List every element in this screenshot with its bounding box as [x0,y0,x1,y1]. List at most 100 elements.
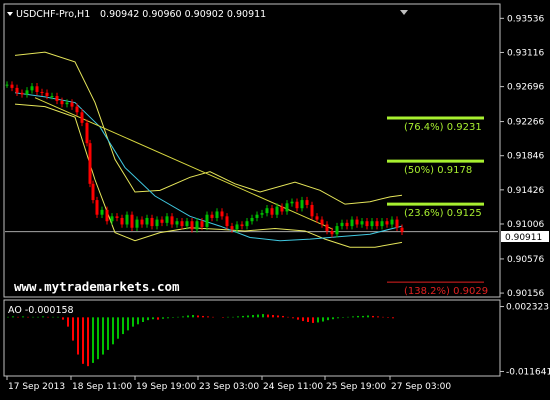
fib-level-label: (76.4%) 0.9231 [404,122,482,133]
bear-candle [160,219,164,223]
bear-candle [91,183,95,201]
bear-candle [105,209,109,222]
price-tick-label: 0.91006 [507,220,544,230]
bear-candle [10,84,14,88]
symbol-header: USDCHF-Pro,H1 0.90942 0.90960 0.90902 0.… [7,9,266,20]
bear-candle [365,221,369,227]
bull-candle [145,217,149,225]
bull-candle [195,221,199,230]
price-tick-label: 0.91846 [507,152,544,162]
bull-candle [205,214,209,227]
bull-candle [165,216,169,223]
price-tick-label: 0.93536 [507,14,544,24]
bear-candle [40,91,44,93]
fib-level-label: (138.2%) 0.9029 [404,286,488,297]
bear-candle [85,122,89,144]
bear-candle [140,219,144,225]
bull-candle [125,214,129,225]
bear-candle [55,96,59,101]
bear-candle [60,100,64,105]
bear-candle [70,102,74,107]
chart-menu-arrow-icon[interactable] [7,12,13,16]
time-tick-label: 19 Sep 19:00 [136,382,196,392]
bear-candle [310,204,314,217]
bear-candle [88,143,92,184]
bear-candle [325,224,329,231]
ohlc-values: 0.90942 0.90960 0.90902 0.90911 [100,9,266,20]
fib-level-label: (23.6%) 0.9125 [404,208,482,219]
bull-candle [340,222,344,227]
bear-candle [315,216,319,220]
bear-candle [385,221,389,225]
price-tick-label: 0.91426 [507,186,544,196]
bear-candle [330,230,334,235]
bull-candle [5,84,9,86]
bear-candle [295,201,299,209]
bull-candle [185,221,189,227]
bull-candle [175,221,179,225]
price-tick-label: 0.90156 [507,289,544,299]
bear-candle [240,224,244,227]
watermark: www.mytrademarkets.com [14,279,180,294]
bull-candle [110,216,114,222]
bear-candle [80,112,84,123]
bull-candle [275,206,279,215]
bull-candle [360,221,364,225]
bull-candle [260,213,264,215]
bear-candle [45,92,49,97]
bear-candle [305,200,309,205]
time-tick-label: 24 Sep 11:00 [263,382,323,392]
bear-candle [270,208,274,215]
current-price-label: 0.90911 [505,233,542,243]
ao-tick-label: 0.002323 [506,303,549,313]
bear-candle [120,217,124,225]
price-tick-label: 0.92266 [507,118,544,128]
price-tick-label: 0.90576 [507,255,544,265]
bear-candle [180,221,184,227]
bull-candle [380,221,384,227]
ao-indicator-label: AO -0.000158 [8,305,74,316]
bear-candle [345,222,349,227]
bull-candle [255,214,259,218]
chart-window: 0.93536 0.93116 0.92696 0.92266 0.91846 0.914… [3,3,550,392]
bear-candle [230,226,234,230]
bull-candle [25,90,29,95]
bear-candle [210,214,214,218]
bear-candle [130,214,134,228]
bear-candle [395,219,399,228]
time-tick-label: 23 Sep 03:00 [199,382,259,392]
time-tick-label: 17 Sep 2013 [8,382,65,392]
bull-candle [300,200,304,209]
bull-candle [245,221,249,227]
bull-candle [155,219,159,227]
time-tick-label: 25 Sep 19:00 [326,382,386,392]
bear-candle [95,200,99,215]
bull-candle [50,96,54,98]
bull-candle [30,86,34,91]
bull-candle [335,226,339,235]
chart-shift-icon[interactable] [400,10,408,15]
price-axis-ticks: 0.93536 0.93116 0.92696 0.92266 0.91846 0.914… [5,14,544,299]
bear-candle [75,106,79,113]
bear-candle [200,221,204,227]
bear-candle [170,216,174,225]
bull-candle [370,221,374,227]
candles [5,81,404,238]
bull-candle [290,201,294,204]
bull-candle [390,219,394,225]
price-tick-label: 0.93116 [507,48,544,58]
bull-candle [65,102,69,105]
ao-histogram: 0.002323 -0.011641 [7,303,550,377]
bear-candle [280,206,284,212]
price-tick-label: 0.92696 [507,83,544,93]
bull-candle [265,208,269,214]
fibonacci-levels: (76.4%) 0.9231 (50%) 0.9178 (23.6%) 0.9125… [387,116,488,297]
bear-candle [375,221,379,227]
bear-candle [220,211,224,217]
bear-candle [150,217,154,227]
bear-candle [225,216,229,227]
bear-candle [400,227,404,232]
bull-candle [285,203,289,212]
bear-candle [355,219,359,225]
ao-tick-label: -0.011641 [506,367,550,377]
